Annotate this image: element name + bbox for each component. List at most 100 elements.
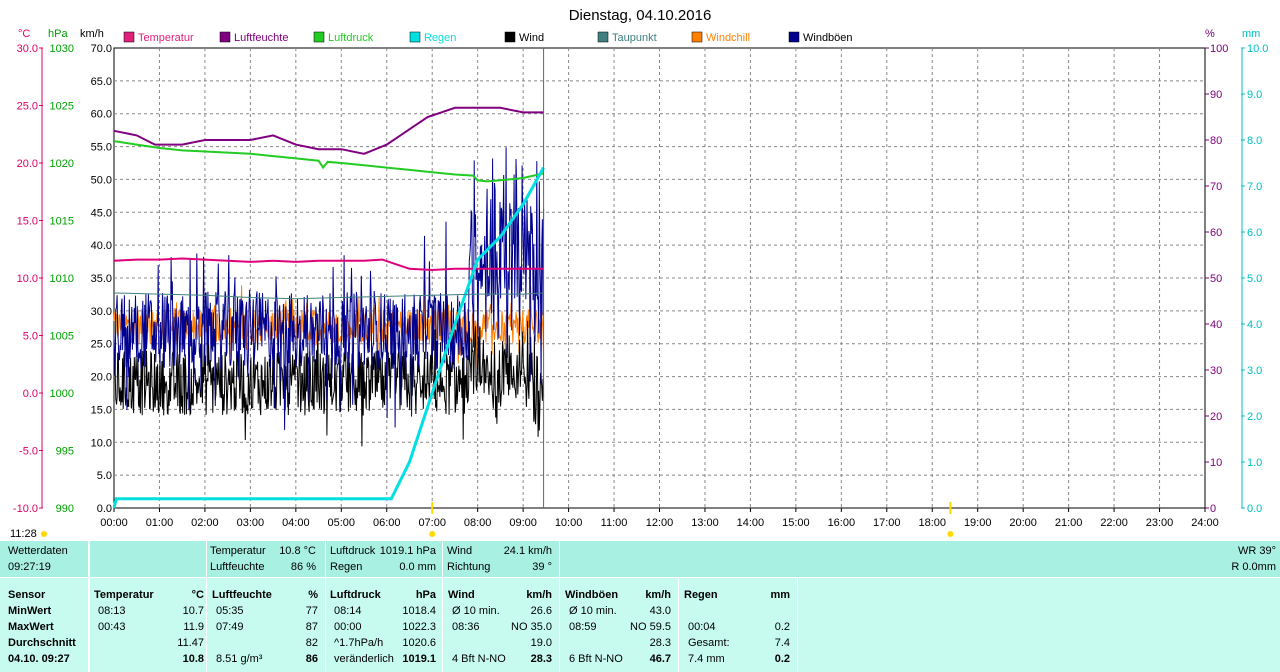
axis-tick-kmh: 0.0 [97,503,112,515]
stats-luftdruck-value: 1018.4 [402,605,436,617]
unit-label-pct: % [1205,28,1215,40]
axis-tick-mm: 3.0 [1247,365,1262,377]
x-tick-label: 21:00 [1055,517,1083,529]
x-tick-label: 10:00 [555,517,583,529]
x-tick-label: 20:00 [1009,517,1037,529]
stats-windboen-value: 43.0 [649,605,671,617]
unit-label-kmh: km/h [80,28,104,40]
info-wetterdaten: Wetterdaten [8,545,68,557]
axis-tick-kmh: 60.0 [91,109,112,121]
legend-swatch [691,31,703,43]
x-tick-label: 22:00 [1100,517,1128,529]
stats-luftdruck-value: 1022.3 [402,621,436,633]
stats-regen-value: 0.2 [774,653,790,665]
x-tick-label: 06:00 [373,517,401,529]
axis-tick-mm: 4.0 [1247,319,1262,331]
x-tick-label: 17:00 [873,517,901,529]
stats-luftdruck-unit: hPa [415,589,436,601]
sunrise-marker-icon [41,531,47,537]
axis-tick-mm: 8.0 [1247,135,1262,147]
stats-wind-value: 19.0 [530,637,552,649]
axis-tick-pct: 0 [1210,503,1216,515]
x-tick-label: 05:00 [328,517,356,529]
stats-regen-unit: mm [770,589,790,601]
legend-swatch [219,31,231,43]
axis-tick-kmh: 5.0 [97,470,112,482]
stats-windboen-value: NO 59.5 [630,621,671,633]
stats-regen-value: 7.4 [774,637,790,649]
info-wind-label: Wind [447,545,473,557]
x-tick-label: 19:00 [964,517,992,529]
info-empty-cell [89,541,206,577]
stats-minwert: MinWert [8,605,52,617]
axis-tick-pct: 10 [1210,457,1222,469]
axis-tick-kmh: 20.0 [91,372,112,384]
stats-windboen-value: 46.7 [649,653,671,665]
legend-swatch [123,31,135,43]
unit-label-mm: mm [1242,28,1260,40]
axis-tick-hpa: 1020 [50,158,74,170]
x-tick-label: 03:00 [237,517,265,529]
legend-label: Taupunkt [612,32,657,44]
axis-tick-mm: 5.0 [1247,273,1262,285]
weather-chart: Dienstag, 04.10.2016 °C hPa km/h% mm 30.0 25.0… [10,7,1268,540]
axis-tick-pct: 40 [1210,319,1222,331]
stats-windboen-unit: km/h [645,589,671,601]
stats-luftfeuchte-value: 86 [305,653,318,665]
axis-tick-temp: 15.0 [17,216,38,228]
axis-tick-mm: 0.0 [1247,503,1262,515]
axis-tick-pct: 20 [1210,411,1222,423]
info-dir-value: 39 ° [532,561,552,573]
axis-tick-hpa: 1005 [50,331,74,343]
stats-current-time: 04.10. 09:27 [8,653,70,665]
x-tick-label: 13:00 [691,517,719,529]
info-rain-value: 0.0 mm [399,561,436,573]
axis-tick-temp: -10.0 [13,503,38,515]
stats-temperatur-unit: °C [191,589,204,601]
axis-tick-hpa: 995 [56,446,74,458]
stats-temperatur-value: 10.8 [182,653,204,665]
axis-tick-pct: 50 [1210,273,1222,285]
info-hum-value: 86 % [290,561,316,573]
axis-tick-kmh: 25.0 [91,339,112,351]
stats-luftfeuchte-value: 77 [305,605,318,617]
marker-time-label: 11:28 [10,528,37,540]
stats-durchschnitt: Durchschnitt [8,637,76,649]
x-tick-label: 24:00 [1191,517,1219,529]
stats-luftdruck-value: 1019.1 [402,653,436,665]
axis-tick-hpa: 1025 [50,101,74,113]
axis-tick-temp: 5.0 [23,331,38,343]
legend-swatch [504,31,516,43]
info-temp-value: 10.8 °C [279,545,316,557]
axis-tick-temp: 10.0 [17,273,38,285]
axis-tick-kmh: 65.0 [91,76,112,88]
axis-tick-hpa: 1010 [50,273,74,285]
axis-tick-pct: 60 [1210,227,1222,239]
axis-tick-hpa: 990 [56,503,74,515]
legend-label: Wind [519,32,544,44]
x-tick-label: 14:00 [737,517,765,529]
info-press-value: 1019.1 hPa [379,545,436,557]
x-tick-label: 11:00 [601,517,628,529]
legend-label: Temperatur [138,32,194,44]
info-dir-label: Richtung [447,561,491,573]
unit-label-temp: °C [18,28,30,40]
legend-label: Luftdruck [328,32,374,44]
stats-luftfeuchte-unit: % [308,589,318,601]
stats-regen-value: 0.2 [774,621,790,633]
axis-tick-mm: 7.0 [1247,181,1262,193]
axis-tick-mm: 6.0 [1247,227,1262,239]
axis-tick-hpa: 1000 [50,388,74,400]
axis-tick-pct: 90 [1210,89,1222,101]
axis-tick-temp: 30.0 [17,43,38,55]
x-tick-label: 08:00 [464,517,492,529]
sun-marker-icon [429,531,436,537]
axis-tick-kmh: 40.0 [91,240,112,252]
info-r: R 0.0mm [1231,561,1276,573]
axis-tick-kmh: 70.0 [91,43,112,55]
axis-tick-mm: 10.0 [1247,43,1268,55]
legend-swatch [597,31,609,43]
axis-tick-kmh: 30.0 [91,306,112,318]
axis-tick-mm: 1.0 [1247,457,1262,469]
legend-swatch [409,31,421,43]
